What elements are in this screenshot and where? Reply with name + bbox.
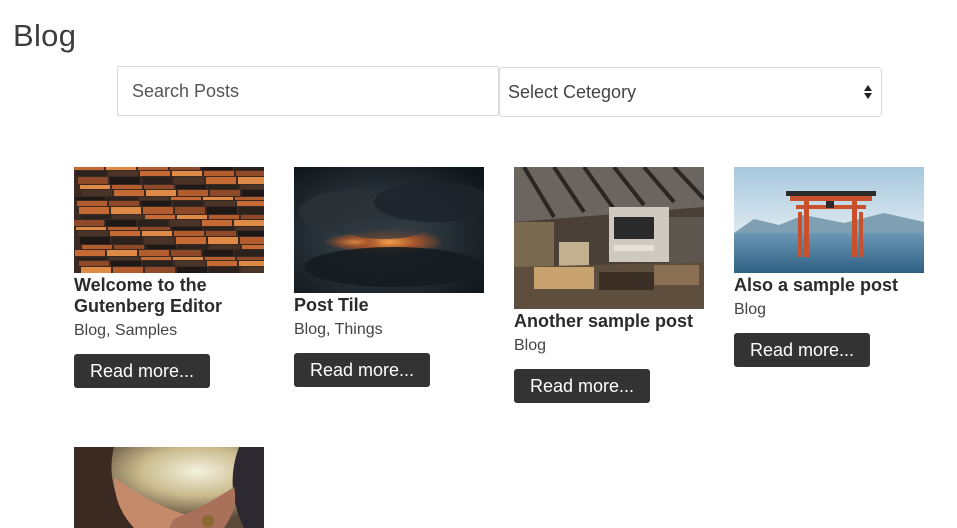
- post-categories[interactable]: Blog, Things: [294, 320, 484, 340]
- post-card: Post Tile Blog, Things Read more...: [294, 167, 484, 387]
- post-thumbnail-stormy-sky[interactable]: [294, 167, 484, 293]
- post-card: Also a sample post Blog Read more...: [734, 167, 924, 367]
- post-title[interactable]: Another sample post: [514, 311, 704, 332]
- post-categories[interactable]: Blog: [514, 336, 704, 356]
- category-select-value: Select Cetegory: [508, 81, 637, 102]
- stormy-sky-image: [294, 167, 484, 293]
- read-more-button[interactable]: Read more...: [514, 369, 651, 403]
- post-card: [74, 447, 264, 528]
- page-title: Blog: [13, 18, 77, 53]
- wood-stripes-image: [74, 167, 264, 273]
- read-more-button[interactable]: Read more...: [74, 354, 211, 388]
- search-input[interactable]: [117, 66, 499, 116]
- select-arrows-icon: [863, 85, 873, 99]
- post-title[interactable]: Also a sample post: [734, 275, 924, 296]
- post-thumbnail-wood-stripes[interactable]: [74, 167, 264, 273]
- post-categories[interactable]: Blog, Samples: [74, 321, 264, 341]
- post-categories[interactable]: Blog: [734, 300, 924, 320]
- post-card: Another sample post Blog Read more...: [514, 167, 704, 403]
- post-card: Welcome to the Gutenberg Editor Blog, Sa…: [74, 167, 264, 388]
- post-thumbnail-holding-hands[interactable]: [74, 447, 264, 528]
- post-title[interactable]: Post Tile: [294, 295, 484, 316]
- post-thumbnail-torii-gate[interactable]: [734, 167, 924, 273]
- read-more-button[interactable]: Read more...: [294, 353, 431, 387]
- holding-hands-image: [74, 447, 264, 528]
- read-more-button[interactable]: Read more...: [734, 333, 871, 367]
- post-title[interactable]: Welcome to the Gutenberg Editor: [74, 275, 264, 317]
- torii-gate-image: [734, 167, 924, 273]
- post-thumbnail-lobby-interior[interactable]: [514, 167, 704, 309]
- category-select[interactable]: Select Cetegory: [499, 67, 882, 117]
- lobby-interior-image: [514, 167, 704, 309]
